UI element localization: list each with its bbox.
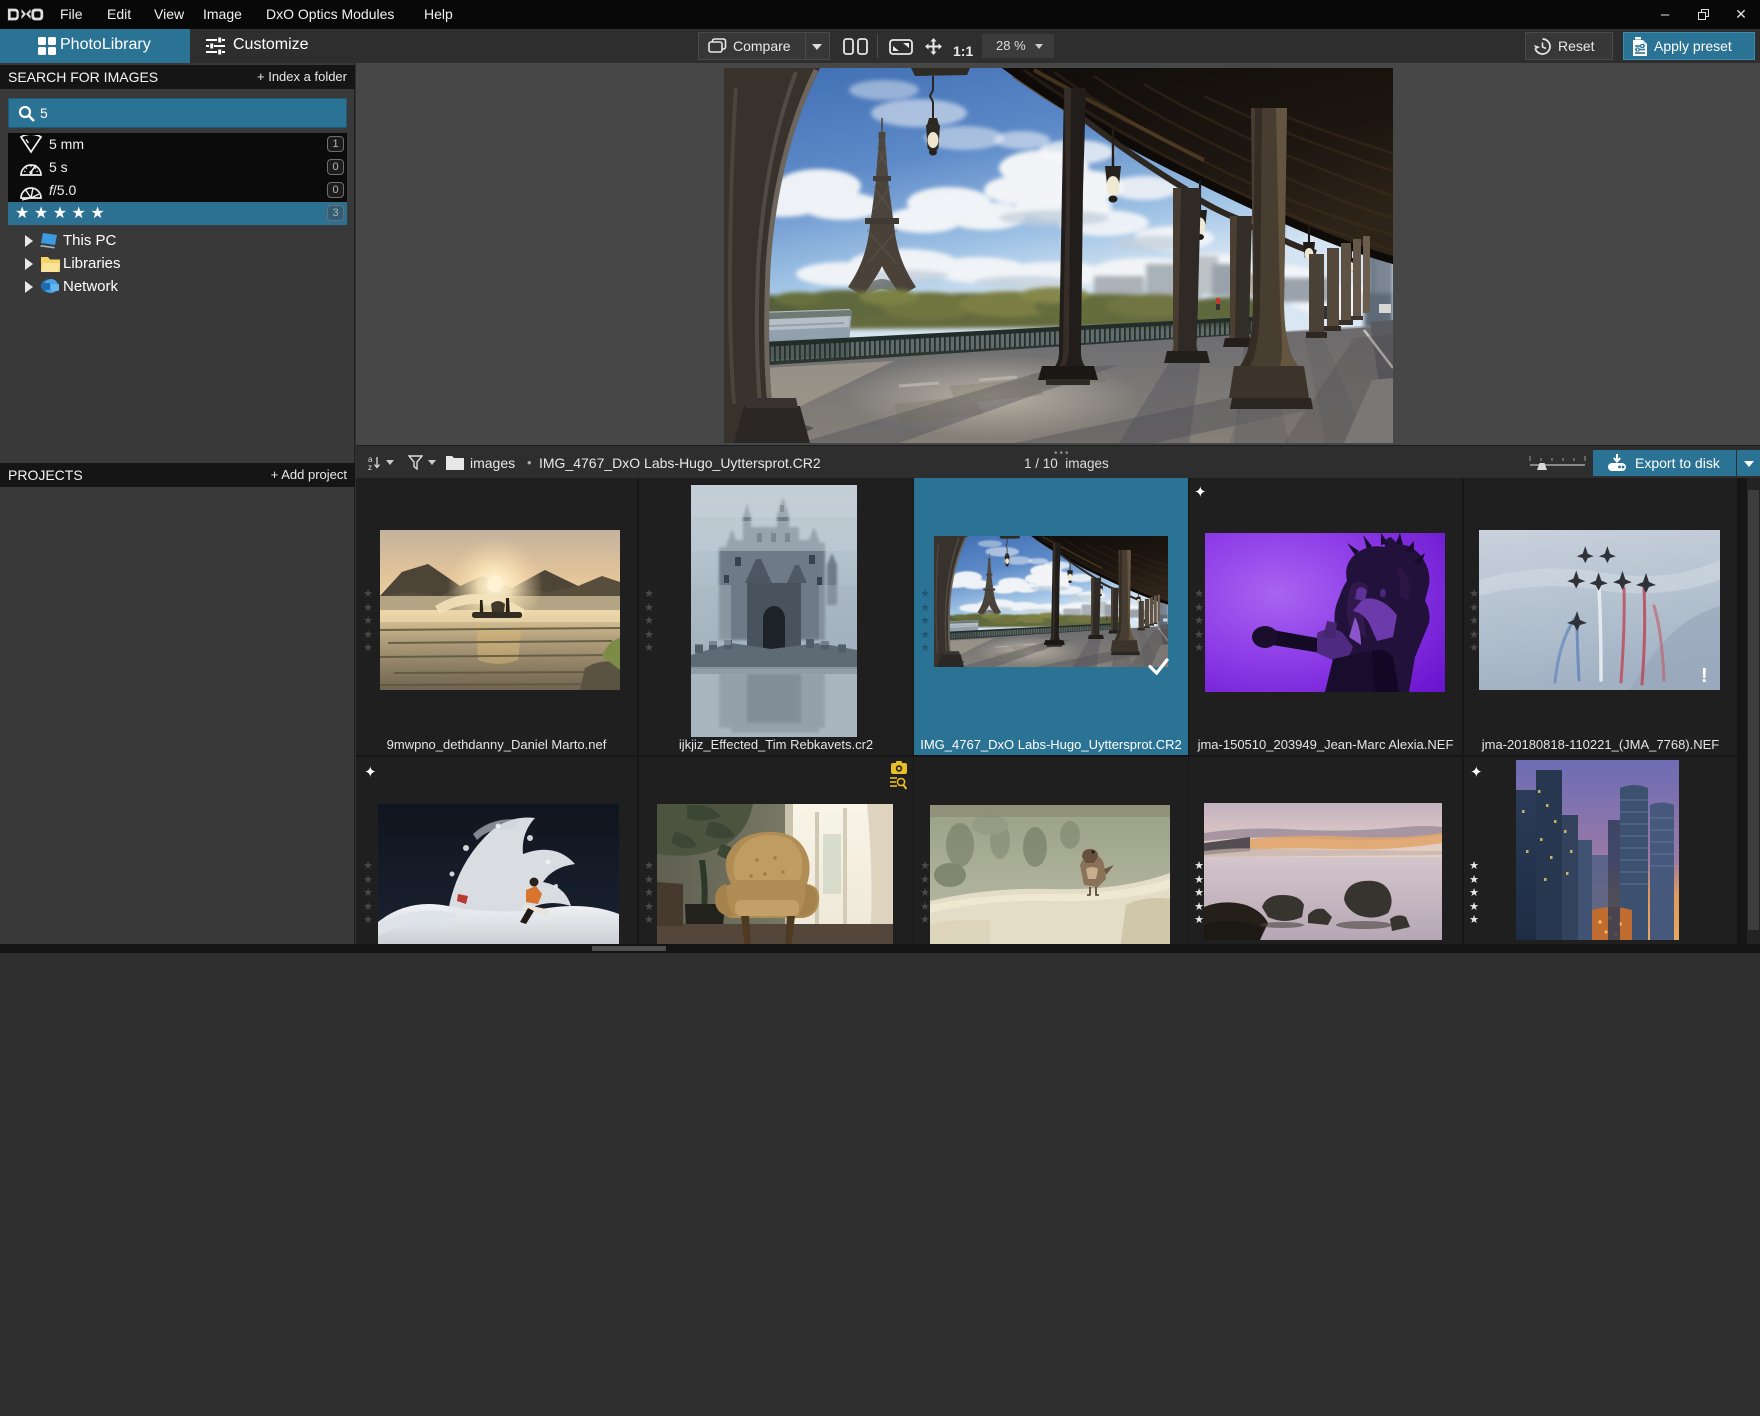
svg-text:!: !: [1701, 665, 1708, 687]
svg-text:z: z: [368, 463, 372, 471]
